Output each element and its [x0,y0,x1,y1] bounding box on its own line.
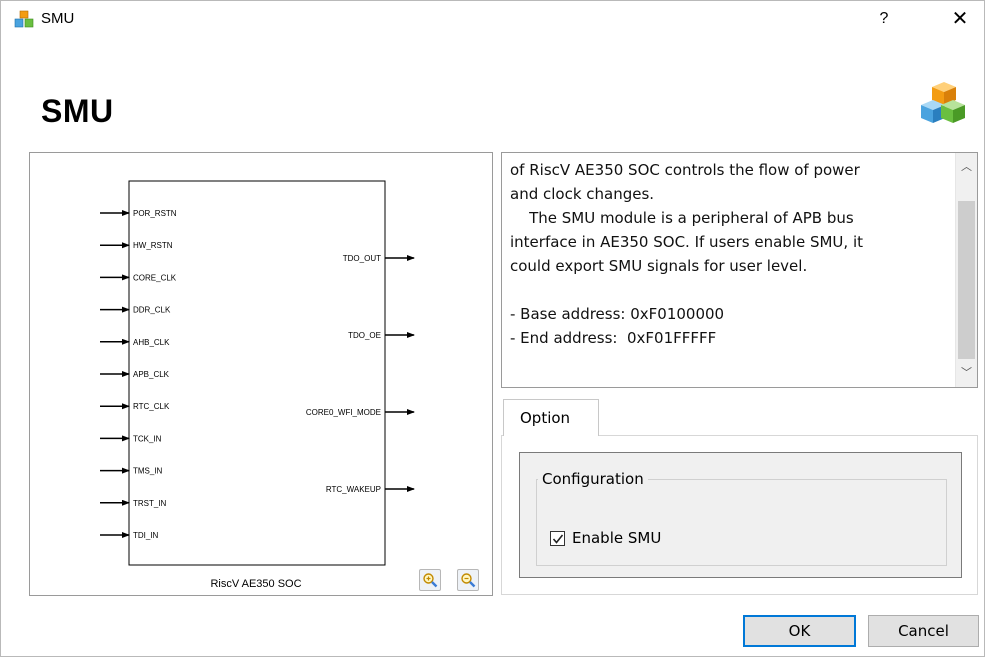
description-line: could export SMU signals for user level. [510,257,808,275]
description-line: - Base address: 0xF0100000 [510,305,725,323]
input-pin-label: AHB_CLK [133,338,170,347]
zoom-in-button[interactable] [419,569,441,591]
vertical-scrollbar[interactable]: ︿ ﹀ [955,153,977,387]
zoom-out-button[interactable] [457,569,479,591]
cancel-button[interactable]: Cancel [868,615,979,647]
window-title: SMU [41,10,75,27]
enable-smu-checkbox-row[interactable]: Enable SMU [550,529,661,547]
checkbox-label: Enable SMU [572,529,662,547]
group-title: Configuration [538,470,648,488]
scroll-down-arrow-icon[interactable]: ﹀ [956,363,977,383]
input-pin-label: TDI_IN [133,531,159,540]
enable-smu-checkbox[interactable] [550,530,565,546]
description-text: of RiscV AE350 SOC controls the flow of … [510,158,950,350]
description-line: of RiscV AE350 SOC controls the flow of … [510,161,860,179]
scroll-thumb[interactable] [958,201,975,359]
tab-option[interactable]: Option [503,399,599,436]
ok-button[interactable]: OK [743,615,856,647]
configuration-group [536,479,947,566]
option-frame: Configuration Enable SMU [519,452,962,578]
input-pin-label: POR_RSTN [133,209,177,218]
scroll-up-arrow-icon[interactable]: ︿ [956,157,977,177]
description-line: interface in AE350 SOC. If users enable … [510,233,863,251]
output-pin-label: CORE0_WFI_MODE [306,408,381,417]
input-pin-label: TRST_IN [133,499,167,508]
input-pin-label: DDR_CLK [133,306,171,315]
block-diagram: RiscV AE350 SOC POR_RSTN HW_RSTN CORE_CLK D… [100,180,415,590]
input-pin-label: TCK_IN [133,434,162,443]
smu-dialog: SMU ? ✕ SMU RiscV AE350 SOC POR_RSTN HW_… [0,0,985,657]
input-pin-label: HW_RSTN [133,241,173,250]
zoom-out-icon [461,573,476,588]
description-line: The SMU module is a peripheral of APB bu… [510,209,854,227]
title-bar: SMU ? ✕ [1,1,984,35]
input-pin-label: APB_CLK [133,370,170,379]
page-title: SMU [41,93,114,129]
cubes-icon [14,10,34,28]
option-tab-pane: Configuration Enable SMU [501,435,978,595]
input-pin-label: CORE_CLK [133,273,177,282]
description-box[interactable]: of RiscV AE350 SOC controls the flow of … [501,152,978,388]
input-pin-label: TMS_IN [133,467,163,476]
description-line [510,278,950,302]
output-pin-label: TDO_OUT [343,254,381,263]
input-pin-label: RTC_CLK [133,402,170,411]
description-line: - End address: 0xF01FFFFF [510,329,717,347]
zoom-in-icon [423,573,438,588]
block-diagram-panel: RiscV AE350 SOC POR_RSTN HW_RSTN CORE_CLK D… [29,152,493,596]
output-pin-label: TDO_OE [348,331,381,340]
block-label: RiscV AE350 SOC [210,578,301,590]
close-button[interactable]: ✕ [945,6,975,32]
description-line: and clock changes. [510,185,655,203]
help-button[interactable]: ? [869,7,899,31]
checkmark-icon [552,534,564,544]
cubes-icon [921,82,965,123]
output-pin-label: RTC_WAKEUP [326,485,381,494]
